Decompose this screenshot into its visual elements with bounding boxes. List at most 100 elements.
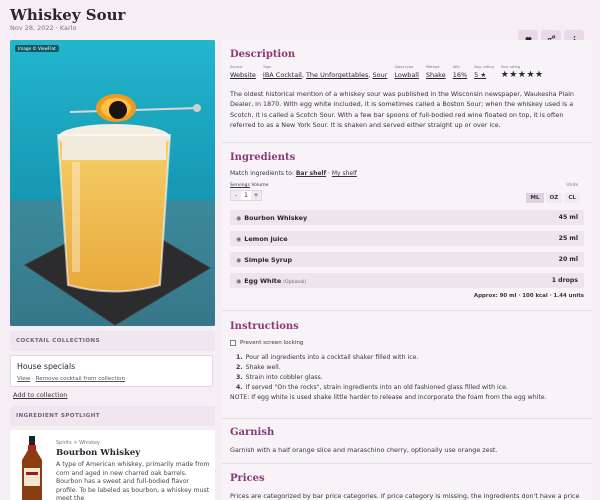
source-link[interactable]: Website (230, 71, 256, 79)
avg-rating-value: 5 ★ (474, 71, 487, 79)
unit-cl-button[interactable]: CL (564, 193, 580, 203)
match-bar-shelf-link[interactable]: Bar shelf (296, 170, 326, 177)
servings-stepper: - 1 + (230, 190, 262, 201)
ingredient-status-icon: ◉ (236, 256, 242, 264)
tag-link[interactable]: Sour (372, 71, 387, 79)
spotlight-breadcrumb: Spirits > Whiskey (56, 440, 100, 446)
prevent-lock-option[interactable]: Prevent screen locking (230, 340, 584, 346)
ingredient-amount: 25 ml (558, 235, 578, 242)
glass-label: Glass type (394, 65, 414, 69)
collection-links: View · Remove cocktail from collection (17, 376, 206, 382)
step-number: 2. (236, 364, 243, 371)
servings-label[interactable]: Servings (230, 183, 250, 188)
avg-rating-label: Avg. rating (474, 65, 494, 69)
instruction-steps: 1. Pour all ingredients into a cocktail s… (230, 353, 584, 393)
volume-label[interactable]: Volume (251, 183, 268, 188)
ingredient-row[interactable]: ◉ Lemon juice 25 ml (230, 231, 584, 246)
ingredient-name: Bourbon Whiskey (244, 213, 308, 222)
ingredient-name: Simple Syrup (244, 255, 293, 264)
ingredient-status-icon: ◉ (236, 214, 242, 222)
collections-header: Cocktail collections (10, 331, 215, 351)
step-number: 1. (236, 354, 243, 361)
spotlight-description: A type of American whiskey, primarily ma… (56, 461, 210, 500)
glass-link[interactable]: Lowball (394, 71, 419, 79)
ingredient-name: Lemon juice (244, 234, 288, 243)
spotlight-name: Bourbon Whiskey (56, 448, 141, 458)
collection-view-link[interactable]: View (17, 376, 30, 382)
instruction-step: 1. Pour all ingredients into a cocktail s… (236, 353, 584, 363)
servings-volume-label: Servings Volume (230, 183, 268, 188)
units-label: Units (566, 183, 578, 188)
ingredient-optional-tag: (Optional) (283, 279, 307, 285)
prices-heading: Prices (230, 473, 265, 484)
spotlight-header: Ingredient spotlight (10, 406, 215, 426)
ingredient-amount: 45 ml (558, 214, 578, 221)
add-to-collection-link[interactable]: Add to collection (13, 391, 67, 399)
unit-toggle: ML OZ CL (526, 193, 580, 203)
ingredient-status-icon: ◉ (236, 235, 242, 243)
tags-label: Tags (262, 65, 271, 69)
collection-item: House specials View · Remove cocktail fr… (10, 355, 213, 387)
step-number: 3. (236, 374, 243, 381)
cocktail-photo: Image © ViewFlat (10, 40, 215, 326)
ingredient-name: Egg White (244, 276, 282, 285)
ingredients-panel: Ingredients Match ingredients to: Bar sh… (222, 143, 592, 311)
collection-name: House specials (17, 362, 76, 371)
servings-value[interactable]: 1 (241, 191, 251, 200)
ingredients-heading: Ingredients (230, 152, 296, 163)
method-link[interactable]: Shake (426, 71, 446, 79)
instruction-step: 2. Shake well. (236, 363, 584, 373)
ingredient-row[interactable]: ◉ Simple Syrup 20 ml (230, 252, 584, 267)
ingredient-amount: 20 ml (558, 256, 578, 263)
spotlight-heading: Ingredient spotlight (16, 413, 100, 419)
step-number: 4. (236, 384, 243, 391)
step-text: Strain into cobbler glass. (245, 374, 323, 381)
abv-label: ABV (452, 65, 460, 69)
prices-text: Prices are categorized by bar price cate… (230, 492, 580, 500)
description-heading: Description (230, 49, 296, 60)
match-prefix: Match ingredients to: (230, 170, 294, 177)
instructions-panel: Instructions Prevent screen locking 1. Po… (222, 311, 592, 419)
page-title: Whiskey Sour (10, 6, 126, 24)
collections-heading: Cocktail collections (16, 338, 100, 344)
description-text: The oldest historical mention of a whisk… (230, 90, 574, 130)
servings-plus-button[interactable]: + (251, 191, 261, 200)
recipe-meta: Source Website Tags IBA Cocktail, The Unfo… (230, 65, 544, 80)
ingredient-amount: 1 drops (551, 277, 578, 284)
approx-summary: Approx: 90 ml · 100 kcal · 1.44 units (473, 293, 584, 299)
unit-oz-button[interactable]: OZ (545, 193, 563, 203)
garnish-heading: Garnish (230, 427, 275, 438)
page-subtitle: Nov 28, 2022 · Karlo (10, 24, 77, 32)
match-my-shelf-link[interactable]: My shelf (332, 170, 357, 177)
garnish-text: Garnish with a half orange slice and mar… (230, 446, 498, 454)
instruction-note: NOTE: If egg white is used shake little … (230, 394, 547, 401)
ingredient-list: ◉ Bourbon Whiskey 45 ml ◉ Lemon juice 25 m… (230, 210, 584, 288)
method-label: Method (425, 65, 440, 69)
photo-credit: Image © ViewFlat (15, 45, 59, 52)
step-text: If served "On the rocks", strain ingredi… (245, 384, 508, 391)
spotlight-card[interactable]: Spirits > Whiskey Bourbon Whiskey A type… (10, 430, 215, 500)
step-text: Shake well. (245, 364, 281, 371)
your-rating-label: Your rating (500, 65, 521, 69)
instructions-heading: Instructions (230, 321, 299, 332)
tag-link[interactable]: The Unforgettables (306, 71, 368, 79)
serving-controls: Servings Volume - 1 + Units ML OZ CL (230, 183, 584, 205)
unit-ml-button[interactable]: ML (526, 193, 544, 203)
your-rating-stars[interactable]: ★★★★★ (501, 71, 544, 80)
instruction-step: 4. If served "On the rocks", strain ingre… (236, 383, 584, 393)
tag-link[interactable]: IBA Cocktail (263, 71, 302, 79)
match-ingredients: Match ingredients to: Bar shelf · My she… (230, 170, 584, 177)
ingredient-row[interactable]: ◉ Egg White (Optional) 1 drops (230, 273, 584, 288)
instruction-step: 3. Strain into cobbler glass. (236, 373, 584, 383)
ingredient-row[interactable]: ◉ Bourbon Whiskey 45 ml (230, 210, 584, 225)
cocktail-illustration (10, 40, 215, 326)
description-panel: Description Source Website Tags IBA Cockta… (222, 40, 592, 143)
remove-from-collection-link[interactable]: Remove cocktail from collection (36, 376, 125, 382)
step-text: Pour all ingredients into a cocktail sha… (245, 354, 419, 361)
prevent-lock-label: Prevent screen locking (240, 340, 304, 346)
prevent-lock-checkbox[interactable] (230, 340, 236, 346)
prices-panel: Prices Prices are categorized by bar pri… (222, 464, 592, 500)
bourbon-bottle-image (22, 436, 42, 500)
source-label: Source (230, 65, 243, 69)
servings-minus-button[interactable]: - (231, 191, 241, 200)
